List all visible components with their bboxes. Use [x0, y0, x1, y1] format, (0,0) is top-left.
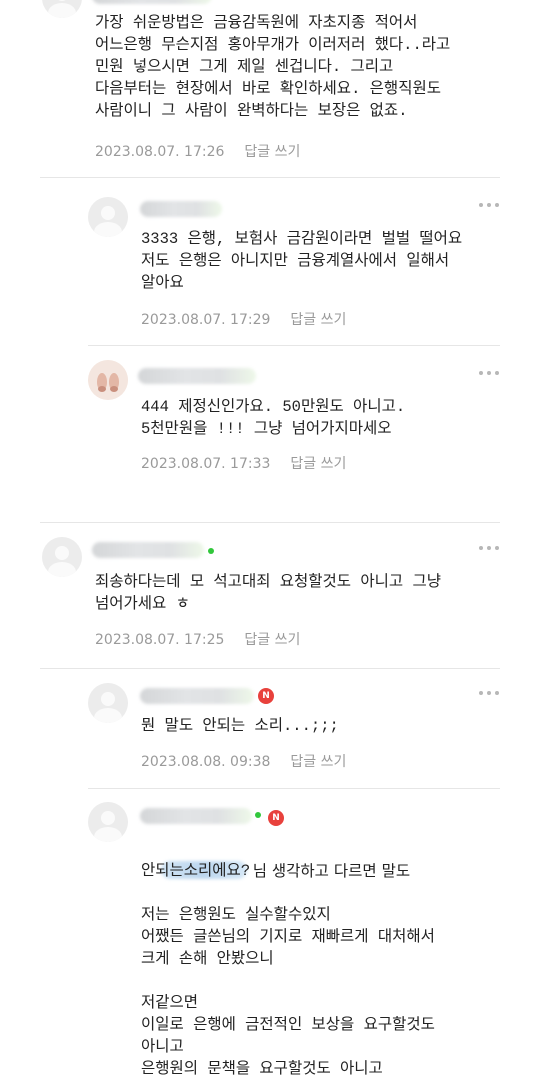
reply-button[interactable]: 답글 쓰기 [290, 754, 346, 770]
avatar[interactable] [88, 683, 128, 723]
comment-meta: 2023.08.07. 17:33 답글 쓰기 [141, 453, 346, 473]
comment-text: 안되는소리에요? 저는 은행원도 실수할수있지 어쨌든 글쓴님의 기지로 재빠르… [141, 862, 435, 1078]
nickname-blurred[interactable] [140, 688, 254, 704]
comment-meta: 2023.08.07. 17:29 답글 쓰기 [141, 309, 346, 329]
divider [88, 345, 500, 346]
new-badge: N [268, 810, 284, 826]
more-options-icon[interactable] [479, 546, 501, 552]
divider [40, 177, 500, 178]
reply-button[interactable]: 답글 쓰기 [290, 312, 346, 328]
more-options-icon[interactable] [479, 203, 501, 209]
divider [40, 668, 500, 669]
online-status-dot [255, 812, 261, 818]
comment-text: 3333 은행, 보험사 금감원이라면 벌벌 떨어요 저도 은행은 아니지만 금… [141, 230, 463, 292]
avatar[interactable] [42, 537, 82, 577]
nickname-blurred[interactable] [140, 201, 222, 217]
avatar[interactable] [42, 0, 82, 18]
avatar[interactable] [88, 360, 128, 400]
nickname-blurred[interactable] [140, 808, 252, 824]
divider [88, 788, 500, 789]
nickname-blurred[interactable] [92, 0, 212, 4]
reply-button[interactable]: 답글 쓰기 [244, 632, 300, 648]
avatar[interactable] [88, 197, 128, 237]
reply-button[interactable]: 답글 쓰기 [290, 456, 346, 472]
comment-date: 2023.08.08. 09:38 [141, 754, 271, 770]
comment-meta: 2023.08.07. 17:25 답글 쓰기 [95, 629, 300, 649]
nickname-blurred[interactable] [138, 368, 256, 384]
comment-date: 2023.08.07. 17:25 [95, 632, 225, 648]
comment-date: 2023.08.07. 17:29 [141, 312, 271, 328]
online-status-dot [208, 548, 214, 554]
nickname-blurred[interactable] [92, 542, 204, 558]
new-badge: N [258, 688, 274, 704]
comment-text: 죄송하다는데 모 석고대죄 요청할것도 아니고 그냥 넘어가세요 ㅎ [95, 573, 441, 613]
reply-button[interactable]: 답글 쓰기 [244, 144, 300, 160]
more-options-icon[interactable] [479, 371, 501, 377]
comment-date: 2023.08.07. 17:33 [141, 456, 271, 472]
comment-text: 뭔 말도 안되는 소리...;;; [141, 717, 339, 735]
more-options-icon[interactable] [479, 691, 501, 697]
comment-meta: 2023.08.08. 09:38 답글 쓰기 [141, 751, 346, 771]
avatar[interactable] [88, 802, 128, 842]
profile-photo-icon [88, 360, 128, 400]
comment-text: 444 제정신인가요. 50만원도 아니고. 5천만원을 !!! 그냥 넘어가지… [141, 398, 406, 438]
comment-text: 가장 쉬운방법은 금융감독원에 자초지종 적어서 어느은행 무슨지점 홍아무개가… [95, 14, 451, 120]
comment-date: 2023.08.07. 17:26 [95, 144, 225, 160]
divider [40, 522, 500, 523]
comment-meta: 2023.08.07. 17:26 답글 쓰기 [95, 141, 300, 161]
